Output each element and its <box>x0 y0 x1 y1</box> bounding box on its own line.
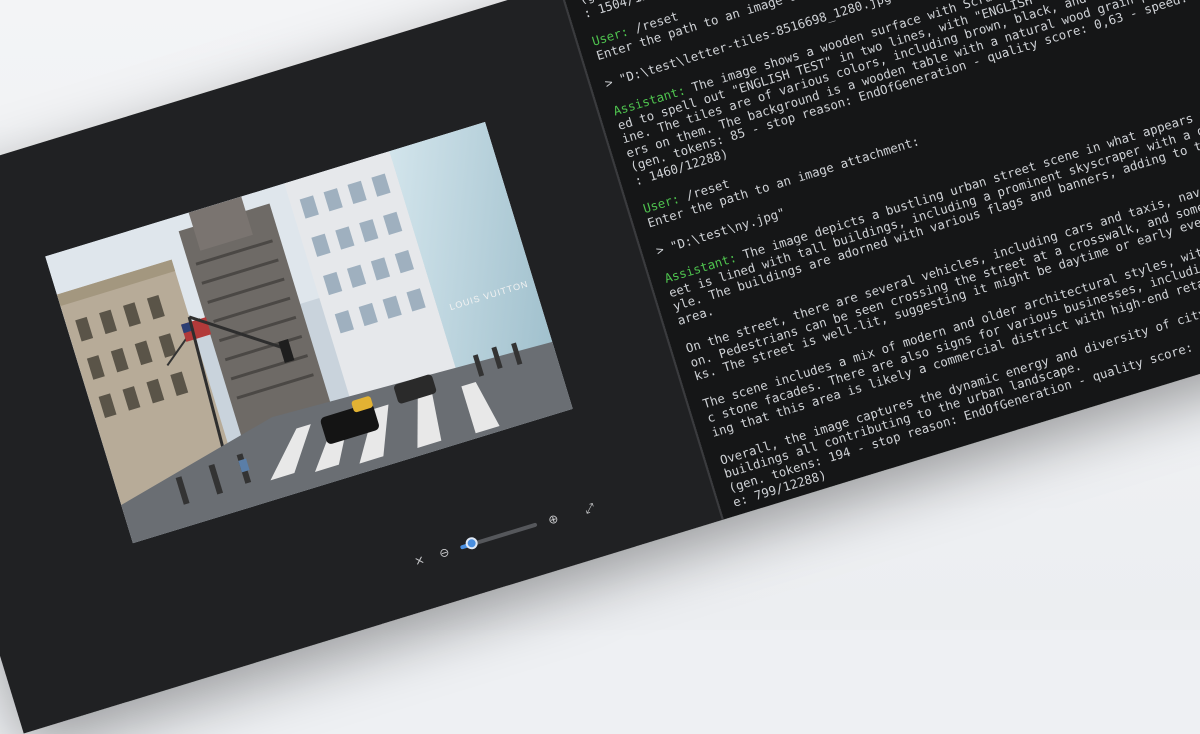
zoom-out-icon[interactable]: ⊖ <box>433 541 455 563</box>
close-icon[interactable]: × <box>408 549 430 571</box>
image-viewer-toolbar: × ⊖ ⊕ ⤢ <box>407 494 601 574</box>
expand-icon[interactable]: ⤢ <box>578 497 600 519</box>
zoom-slider[interactable] <box>459 522 538 551</box>
zoom-in-icon[interactable]: ⊕ <box>542 508 564 530</box>
attached-photo-ny-street: LOUIS VUITTON <box>45 121 573 544</box>
zoom-slider-handle[interactable] <box>464 535 480 551</box>
street-scene-image: LOUIS VUITTON <box>45 121 573 544</box>
